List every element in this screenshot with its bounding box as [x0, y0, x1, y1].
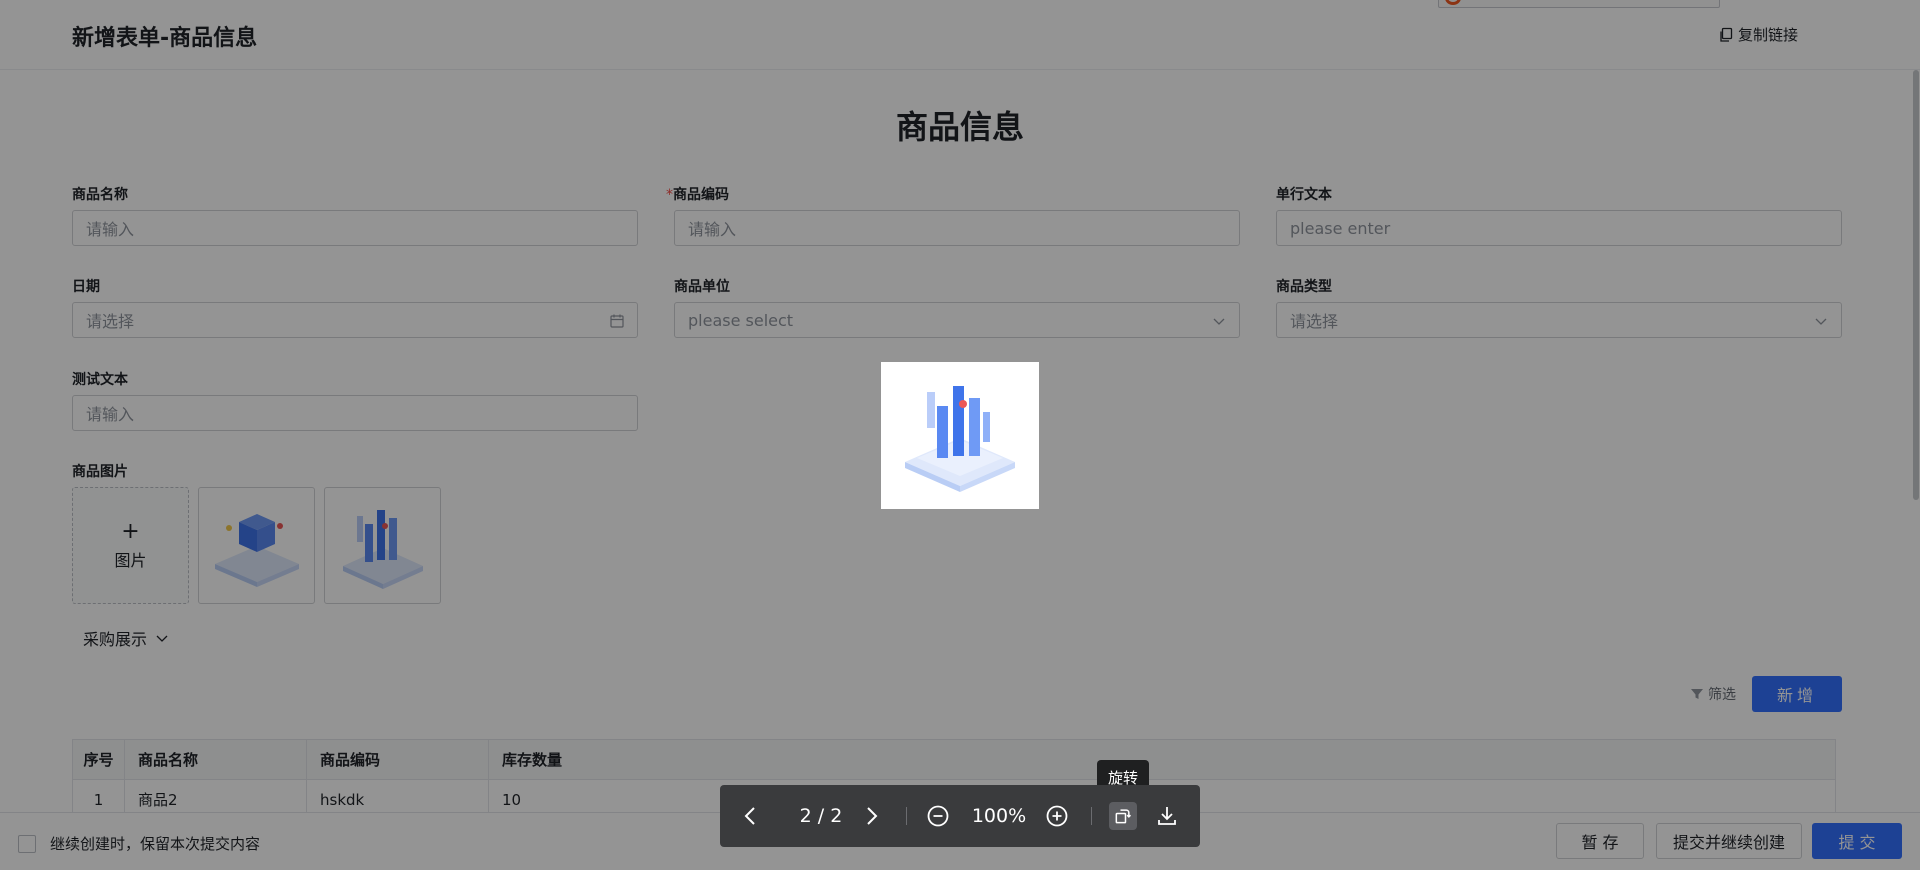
zoom-in-button[interactable]: [1042, 785, 1072, 847]
toolbar-divider: [1091, 807, 1092, 825]
bars-illustration: [905, 386, 1015, 492]
zoom-level: 100%: [971, 805, 1027, 827]
rotate-icon: [1115, 809, 1132, 824]
chevron-right-icon: [867, 807, 878, 825]
download-icon: [1158, 807, 1176, 825]
next-image-button[interactable]: [856, 785, 886, 847]
toolbar-divider: [906, 807, 907, 825]
image-viewer-toolbar: 2 / 2 100%: [720, 785, 1200, 847]
zoom-out-icon: [927, 805, 949, 827]
zoom-in-icon: [1046, 805, 1068, 827]
chevron-left-icon: [744, 807, 755, 825]
image-preview: [881, 362, 1039, 509]
rotate-button[interactable]: [1109, 785, 1137, 847]
download-button[interactable]: [1152, 785, 1182, 847]
page-indicator: 2 / 2: [799, 805, 843, 827]
zoom-out-button[interactable]: [923, 785, 953, 847]
previous-image-button[interactable]: [736, 785, 766, 847]
